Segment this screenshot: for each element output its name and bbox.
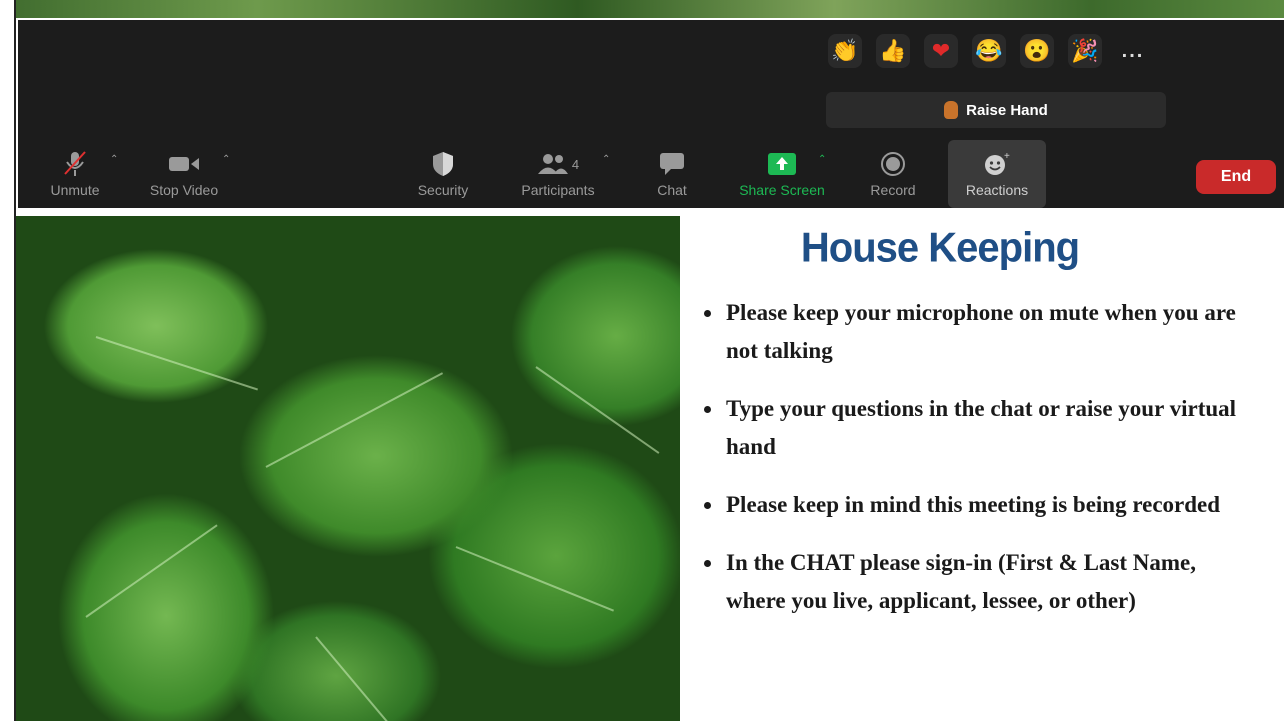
unmute-button[interactable]: Unmute [40, 140, 110, 208]
frame-edge [0, 0, 16, 721]
share-screen-button[interactable]: Share Screen [730, 140, 834, 208]
record-label: Record [870, 182, 916, 198]
smiley-plus-icon: + [982, 150, 1012, 178]
stop-video-button[interactable]: Stop Video [142, 140, 226, 208]
leaf-photo [16, 216, 716, 721]
leaf-vein [95, 336, 258, 391]
security-label: Security [417, 182, 469, 198]
laughing-face-icon[interactable]: 😂 [972, 34, 1006, 68]
record-icon [880, 150, 906, 178]
party-popper-icon[interactable]: 🎉 [1068, 34, 1102, 68]
participants-button[interactable]: 4 Participants [512, 140, 604, 208]
participants-icon: 4 [537, 150, 579, 178]
stop-video-label: Stop Video [149, 182, 219, 198]
raise-hand-label: Raise Hand [966, 101, 1048, 119]
leaf-vein [535, 366, 660, 454]
bullet-item: Please keep your microphone on mute when… [700, 294, 1240, 370]
leaf-vein [315, 636, 414, 721]
unmute-options-caret-icon[interactable]: ⌃ [110, 154, 118, 165]
participants-label: Participants [521, 182, 595, 198]
heart-icon[interactable]: ❤ [924, 34, 958, 68]
toolbar: Unmute ⌃ Stop Video ⌃ Security 4 Partici… [18, 140, 1284, 208]
bullet-item: In the CHAT please sign-in (First & Last… [700, 544, 1240, 620]
slide-content: House Keeping Please keep your microphon… [680, 216, 1284, 721]
unmute-label: Unmute [50, 182, 100, 198]
raise-hand-button[interactable]: Raise Hand [826, 92, 1166, 128]
muted-microphone-icon [62, 150, 88, 178]
reactions-label: Reactions [965, 182, 1029, 198]
thumbs-up-icon[interactable]: 👍 [876, 34, 910, 68]
video-camera-icon [168, 150, 200, 178]
share-screen-label: Share Screen [739, 182, 825, 198]
share-screen-icon [767, 150, 797, 178]
chat-label: Chat [657, 182, 687, 198]
reactions-button[interactable]: + Reactions [948, 140, 1046, 208]
leaf-vein [455, 546, 614, 612]
bullet-item: Type your questions in the chat or raise… [700, 390, 1240, 466]
reactions-row: 👏 👍 ❤ 😂 😮 🎉 ... [828, 34, 1150, 68]
participants-count: 4 [571, 156, 580, 172]
more-reactions-button[interactable]: ... [1116, 34, 1150, 68]
chat-bubble-icon [659, 150, 685, 178]
bullet-item: Please keep in mind this meeting is bein… [700, 486, 1240, 524]
leaf-vein [265, 372, 444, 468]
svg-text:+: + [1004, 151, 1010, 162]
video-options-caret-icon[interactable]: ⌃ [222, 154, 230, 165]
slide-title: House Keeping [800, 224, 1080, 272]
shield-icon [431, 150, 455, 178]
surprised-face-icon[interactable]: 😮 [1020, 34, 1054, 68]
end-meeting-button[interactable]: End [1196, 160, 1276, 194]
security-button[interactable]: Security [408, 140, 478, 208]
housekeeping-list: Please keep your microphone on mute when… [700, 294, 1240, 640]
leaf-background-strip [0, 0, 1284, 18]
raised-hand-icon [944, 101, 959, 119]
leaf-vein [85, 524, 218, 618]
share-screen-options-caret-icon[interactable]: ⌃ [818, 154, 826, 165]
clapping-hands-icon[interactable]: 👏 [828, 34, 862, 68]
record-button[interactable]: Record [858, 140, 928, 208]
chat-button[interactable]: Chat [642, 140, 702, 208]
participants-options-caret-icon[interactable]: ⌃ [602, 154, 610, 165]
